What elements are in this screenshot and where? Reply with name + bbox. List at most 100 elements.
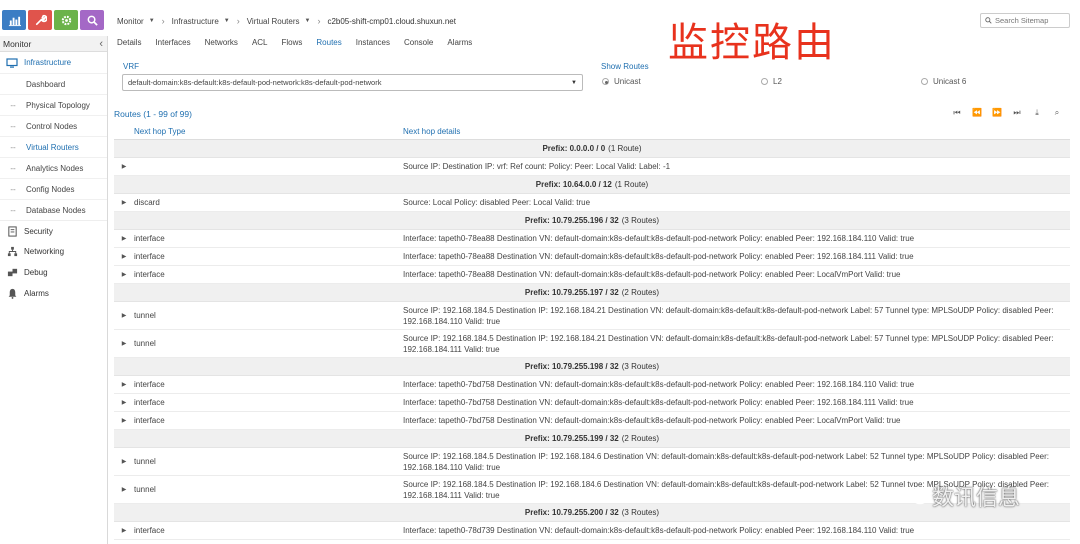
chevron-right-icon: › xyxy=(236,16,240,26)
search-box[interactable] xyxy=(980,13,1070,28)
vrf-selected-value: default-domain:k8s-default:k8s-default-p… xyxy=(128,78,382,87)
prefix-value: Prefix: 10.79.255.199 / 32 xyxy=(524,434,619,443)
breadcrumb-infrastructure[interactable]: Infrastructure xyxy=(172,17,219,26)
table-row[interactable]: ▶ interface Interface: tapeth0-78ea88 Dest… xyxy=(114,248,1070,266)
table-row[interactable]: ▶ Source IP: Destination IP: vrf: Ref cou… xyxy=(114,158,1070,176)
table-row[interactable]: ▶ tunnel Source IP: 192.168.184.5 Destinat… xyxy=(114,302,1070,330)
expand-icon[interactable]: ▶ xyxy=(114,235,134,242)
tab-interfaces[interactable]: Interfaces xyxy=(148,34,197,52)
prefix-route-count: (3 Routes) xyxy=(621,216,660,225)
prefix-value: Prefix: 10.64.0.0 / 12 xyxy=(535,180,612,189)
prev-page-icon[interactable]: ⏪ xyxy=(972,108,982,118)
monitor-icon xyxy=(6,57,18,69)
download-icon[interactable]: ⤓ xyxy=(1032,108,1042,118)
radio-unchecked-icon xyxy=(761,78,768,85)
table-row[interactable]: ▶ tunnel Source IP: 192.168.184.5 Destinat… xyxy=(114,448,1070,476)
expand-icon[interactable]: ▶ xyxy=(114,381,134,388)
table-row[interactable]: ▶ interface Interface: tapeth0-7bd758 Dest… xyxy=(114,394,1070,412)
search-icon[interactable] xyxy=(80,10,104,30)
tab-flows[interactable]: Flows xyxy=(275,34,310,52)
chart-icon[interactable] xyxy=(2,10,26,30)
table-row[interactable]: ▶ interface Interface: tapeth0-78ea88 Dest… xyxy=(114,266,1070,284)
table-row[interactable]: ▶ tunnel Source IP: 192.168.184.5 Destinat… xyxy=(114,330,1070,358)
prefix-value: Prefix: 10.79.255.200 / 32 xyxy=(524,508,619,517)
breadcrumb-monitor[interactable]: Monitor xyxy=(117,17,144,26)
sidebar-section-infrastructure[interactable]: Infrastructure xyxy=(0,52,107,73)
sidebar-section-debug[interactable]: Debug xyxy=(0,262,107,283)
sidebar-item-database-nodes[interactable]: -- Database Nodes xyxy=(0,199,107,220)
tab-details[interactable]: Details xyxy=(110,34,148,52)
sidebar-item-virtual-routers[interactable]: -- Virtual Routers xyxy=(0,136,107,157)
expand-icon[interactable]: ▶ xyxy=(114,312,134,319)
prefix-value: Prefix: 10.79.255.196 / 32 xyxy=(524,216,619,225)
expand-icon[interactable]: ▶ xyxy=(114,527,134,534)
sidebar-title-text: Monitor xyxy=(3,38,32,49)
top-icon-bar xyxy=(0,10,108,32)
sidebar-item-config-nodes[interactable]: -- Config Nodes xyxy=(0,178,107,199)
expand-icon[interactable]: ▶ xyxy=(114,271,134,278)
vrf-select[interactable]: default-domain:k8s-default:k8s-default-p… xyxy=(122,74,583,91)
search-icon[interactable]: ⌕ xyxy=(1052,108,1062,118)
prefix-value: Prefix: 0.0.0.0 / 0 xyxy=(542,144,606,153)
tab-console[interactable]: Console xyxy=(397,34,440,52)
expand-icon[interactable]: ▶ xyxy=(114,486,134,493)
column-header-type[interactable]: Next hop Type xyxy=(114,127,403,136)
tab-networks[interactable]: Networks xyxy=(198,34,245,52)
expand-icon[interactable]: ▶ xyxy=(114,163,134,170)
next-page-icon[interactable]: ⏩ xyxy=(992,108,1002,118)
sidebar-item-physical-topology[interactable]: -- Physical Topology xyxy=(0,94,107,115)
radio-l2[interactable]: L2 xyxy=(761,77,782,86)
radio-unicast6[interactable]: Unicast 6 xyxy=(921,77,966,86)
sidebar-section-security[interactable]: Security xyxy=(0,220,107,241)
bell-icon xyxy=(6,288,18,300)
sidebar-item-analytics-nodes[interactable]: -- Analytics Nodes xyxy=(0,157,107,178)
wrench-icon[interactable] xyxy=(28,10,52,30)
prefix-route-count: (3 Routes) xyxy=(621,508,660,517)
sidebar-section-label: Infrastructure xyxy=(24,58,72,67)
table-row[interactable]: ▶ interface Interface: tapeth0-78ea88 Dest… xyxy=(114,230,1070,248)
expand-icon[interactable]: ▶ xyxy=(114,399,134,406)
first-page-icon[interactable]: ⏮ xyxy=(952,108,962,118)
tab-acl[interactable]: ACL xyxy=(245,34,275,52)
next-hop-details: Source IP: Destination IP: vrf: Ref coun… xyxy=(403,162,671,171)
next-hop-details: Source: Local Policy: disabled Peer: Loc… xyxy=(403,198,591,207)
last-page-icon[interactable]: ⏭ xyxy=(1012,108,1022,118)
sidebar-title: Monitor ‹ xyxy=(0,36,107,52)
expand-icon[interactable]: ▶ xyxy=(114,340,134,347)
table-row[interactable]: ▶ interface Interface: tapeth0-78d739 Dest… xyxy=(114,522,1070,540)
table-row[interactable]: ▶ interface Interface: tapeth0-7bd758 Dest… xyxy=(114,412,1070,430)
sidebar-item-label: Database Nodes xyxy=(26,205,86,215)
expand-icon[interactable]: ▶ xyxy=(114,417,134,424)
search-input[interactable] xyxy=(995,16,1067,25)
chevron-left-icon[interactable]: ‹ xyxy=(99,38,103,50)
network-icon xyxy=(6,246,18,258)
breadcrumb-virtual-routers[interactable]: Virtual Routers xyxy=(247,17,300,26)
sidebar-item-control-nodes[interactable]: -- Control Nodes xyxy=(0,115,107,136)
sidebar-section-networking[interactable]: Networking xyxy=(0,241,107,262)
expand-icon[interactable]: ▶ xyxy=(114,458,134,465)
sidebar-item-label: Virtual Routers xyxy=(26,142,79,152)
breadcrumb-host: c2b05-shift-cmp01.cloud.shuxun.net xyxy=(327,16,456,26)
search-icon xyxy=(985,17,992,24)
table-row[interactable]: ▶ discard Source: Local Policy: disabled P… xyxy=(114,194,1070,212)
tab-routes[interactable]: Routes xyxy=(309,34,348,52)
expand-icon[interactable]: ▶ xyxy=(114,253,134,260)
radio-label: Unicast 6 xyxy=(933,77,967,86)
expand-icon[interactable]: ▶ xyxy=(114,199,134,206)
caret-down-icon[interactable]: ▼ xyxy=(305,18,311,24)
sidebar-section-label: Debug xyxy=(24,268,48,277)
gear-icon[interactable] xyxy=(54,10,78,30)
prefix-value: Prefix: 10.79.255.197 / 32 xyxy=(524,288,619,297)
caret-down-icon[interactable]: ▼ xyxy=(149,18,155,24)
prefix-route-count: (2 Routes) xyxy=(621,288,660,297)
sidebar-section-alarms[interactable]: Alarms xyxy=(0,283,107,304)
next-hop-type: tunnel xyxy=(134,457,156,466)
caret-down-icon[interactable]: ▼ xyxy=(224,18,230,24)
tab-alarms[interactable]: Alarms xyxy=(440,34,479,52)
table-row[interactable]: ▶ interface Interface: tapeth0-7bd758 Dest… xyxy=(114,376,1070,394)
column-header-details[interactable]: Next hop details xyxy=(403,127,460,136)
radio-unicast[interactable]: Unicast xyxy=(602,77,641,86)
sidebar-item-dashboard[interactable]: Dashboard xyxy=(0,73,107,94)
tab-instances[interactable]: Instances xyxy=(349,34,397,52)
breadcrumb: Monitor ▼ › Infrastructure ▼ › Virtual Rou… xyxy=(117,15,456,27)
